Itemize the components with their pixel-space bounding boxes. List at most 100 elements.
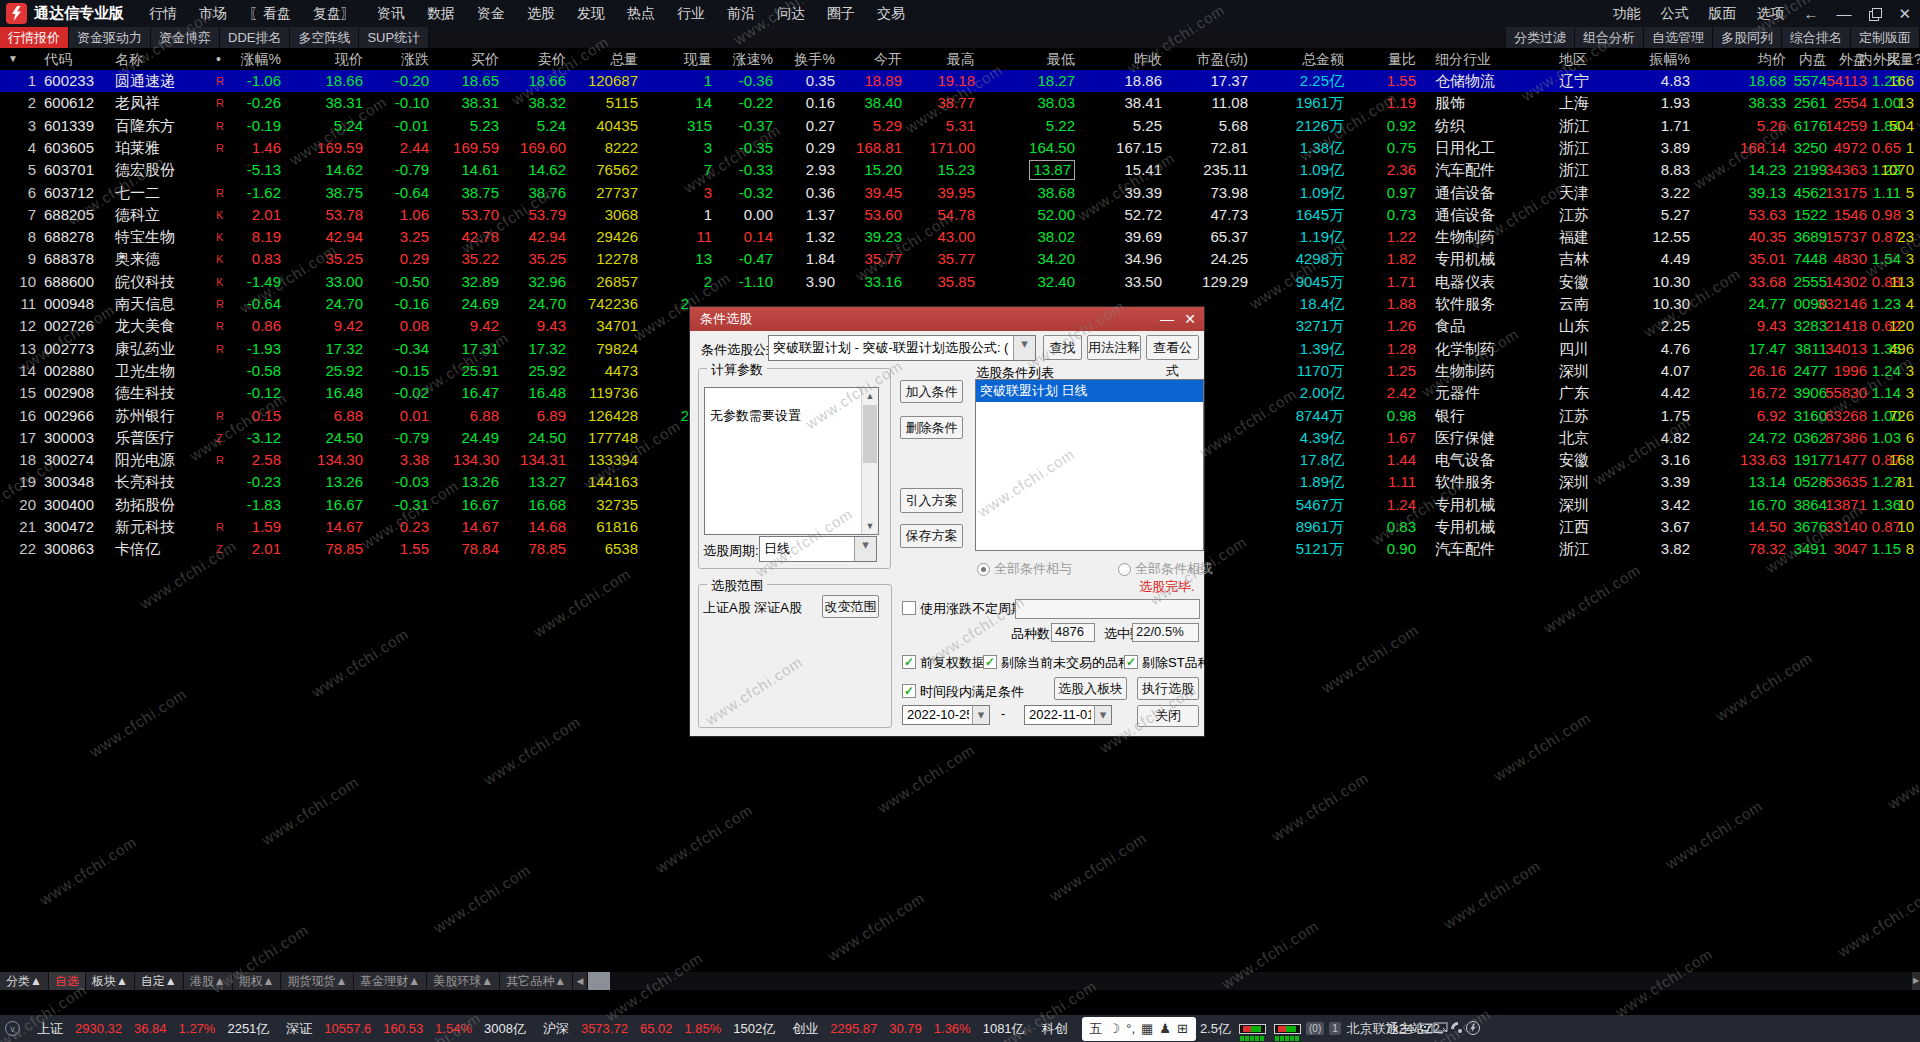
menu-item-14[interactable]: 交易 bbox=[866, 5, 916, 21]
cell-code-row-8[interactable]: 688278 bbox=[44, 226, 94, 248]
cell-name-row-3[interactable]: 百隆东方 bbox=[115, 115, 175, 137]
satellite-icon[interactable] bbox=[1449, 1020, 1465, 1036]
right-menu-item-0[interactable]: 功能 bbox=[1602, 5, 1650, 21]
cell-code-row-4[interactable]: 603605 bbox=[44, 137, 94, 159]
import-plan-button[interactable]: 引入方案 bbox=[900, 488, 963, 513]
menu-item-11[interactable]: 前沿 bbox=[716, 5, 766, 21]
toolbar-资金驱动力[interactable]: 资金驱动力 bbox=[69, 27, 151, 48]
restore-icon[interactable] bbox=[1869, 8, 1880, 19]
condition-list-selected-item[interactable]: 突破联盟计划 日线 bbox=[976, 380, 1203, 402]
cell-name-row-21[interactable]: 新元科技 bbox=[115, 516, 175, 538]
index-name-2[interactable]: 沪深 bbox=[543, 1020, 569, 1038]
column-header-reg[interactable]: 地区 bbox=[1559, 48, 1587, 70]
cell-name-row-7[interactable]: 德科立 bbox=[115, 204, 160, 226]
cell-code-row-6[interactable]: 603712 bbox=[44, 182, 94, 204]
sogou-item[interactable]: ▦ bbox=[1141, 1021, 1153, 1036]
cell-name-row-12[interactable]: 龙大美食 bbox=[115, 315, 175, 337]
cell-name-row-13[interactable]: 康弘药业 bbox=[115, 338, 175, 360]
usage-note-button[interactable]: 用法注释 bbox=[1087, 335, 1141, 360]
cell-code-row-1[interactable]: 600233 bbox=[44, 70, 94, 92]
dialog-close-button[interactable]: 关闭 bbox=[1137, 705, 1199, 727]
cell-code-row-15[interactable]: 002908 bbox=[44, 382, 94, 404]
column-header-pv[interactable]: 昨收 bbox=[1134, 48, 1162, 70]
toolbar-定制版面[interactable]: 定制版面 bbox=[1851, 27, 1920, 48]
column-header-inn[interactable]: 内盘 bbox=[1799, 48, 1827, 70]
sogou-item[interactable]: 五 bbox=[1090, 1020, 1103, 1038]
column-header-ind[interactable]: 细分行业 bbox=[1435, 48, 1491, 70]
toolbar-DDE排名[interactable]: DDE排名 bbox=[220, 27, 290, 48]
checkbox-forward-adjusted[interactable]: ✓ bbox=[902, 655, 916, 669]
chevron-down-icon[interactable]: ▾ bbox=[854, 537, 876, 561]
column-header-name[interactable]: 名称 bbox=[115, 48, 143, 70]
cell-name-row-20[interactable]: 劲拓股份 bbox=[115, 494, 175, 516]
checkbox-remove-st[interactable]: ✓ bbox=[1124, 655, 1138, 669]
checkbox-time-range[interactable]: ✓ bbox=[902, 684, 916, 698]
toolbar-行情报价[interactable]: 行情报价 bbox=[0, 27, 69, 48]
cell-name-row-14[interactable]: 卫光生物 bbox=[115, 360, 175, 382]
menu-item-3[interactable]: 复盘〗 bbox=[302, 5, 366, 21]
cell-code-row-18[interactable]: 300274 bbox=[44, 449, 94, 471]
dialog-title-bar[interactable]: 条件选股 bbox=[690, 307, 1204, 331]
tab-期权[interactable]: 期权▲ bbox=[233, 972, 281, 990]
menu-item-10[interactable]: 行业 bbox=[666, 5, 716, 21]
tab-自定[interactable]: 自定▲ bbox=[135, 972, 183, 990]
cell-name-row-6[interactable]: 七一二 bbox=[115, 182, 160, 204]
index-name-3[interactable]: 创业 bbox=[792, 1020, 818, 1038]
column-header-lo[interactable]: 最低 bbox=[1047, 48, 1075, 70]
cell-code-row-14[interactable]: 002880 bbox=[44, 360, 94, 382]
sogou-item[interactable]: ☽ bbox=[1109, 1021, 1121, 1036]
cell-name-row-4[interactable]: 珀莱雅 bbox=[115, 137, 160, 159]
sogou-item[interactable]: ⊞ bbox=[1177, 1021, 1188, 1036]
cell-name-row-1[interactable]: 圆通速递 bbox=[115, 70, 175, 92]
params-scrollbar[interactable]: ▲▼ bbox=[861, 388, 878, 534]
menu-item-1[interactable]: 市场 bbox=[188, 5, 238, 21]
menu-item-12[interactable]: 问达 bbox=[766, 5, 816, 21]
menu-item-2[interactable]: 〖看盘 bbox=[238, 5, 302, 21]
cell-code-row-10[interactable]: 688600 bbox=[44, 271, 94, 293]
menu-item-7[interactable]: 选股 bbox=[516, 5, 566, 21]
checkbox-updown-period[interactable] bbox=[902, 601, 916, 615]
minimize-icon[interactable]: — bbox=[1827, 5, 1860, 22]
pick-to-block-button[interactable]: 选股入板块 bbox=[1054, 677, 1127, 700]
cell-name-row-17[interactable]: 乐普医疗 bbox=[115, 427, 175, 449]
cell-name-row-16[interactable]: 苏州银行 bbox=[115, 405, 175, 427]
sogou-item[interactable]: ♟ bbox=[1159, 1021, 1171, 1036]
toolbar-自选管理[interactable]: 自选管理 bbox=[1644, 27, 1713, 48]
column-header-sell[interactable]: 卖价 bbox=[538, 48, 566, 70]
sogou-input-bar[interactable]: 五☽°,▦♟⊞ bbox=[1082, 1017, 1196, 1041]
cell-name-row-8[interactable]: 特宝生物 bbox=[115, 226, 175, 248]
column-header-ch[interactable]: 涨跌 bbox=[401, 48, 429, 70]
date-from-combobox[interactable]: 2022-10-25 ▾ bbox=[902, 705, 990, 725]
cell-code-row-16[interactable]: 002966 bbox=[44, 405, 94, 427]
period-combobox[interactable]: 日线 ▾ bbox=[759, 536, 877, 562]
chevron-down-icon[interactable]: ▾ bbox=[1013, 336, 1035, 360]
cell-name-row-5[interactable]: 德宏股份 bbox=[115, 159, 175, 181]
column-header-buy[interactable]: 买价 bbox=[471, 48, 499, 70]
column-header-mk[interactable]: • bbox=[216, 48, 221, 70]
power-icon[interactable] bbox=[1465, 1020, 1481, 1036]
keyboard-icon[interactable] bbox=[1417, 1020, 1433, 1036]
tab-期货现货[interactable]: 期货现货▲ bbox=[281, 972, 353, 990]
toolbar-组合分析[interactable]: 组合分析 bbox=[1575, 27, 1644, 48]
save-plan-button[interactable]: 保存方案 bbox=[900, 524, 963, 548]
column-header-op[interactable]: 今开 bbox=[874, 48, 902, 70]
tab-scroll-right-icon[interactable]: ▶ bbox=[1912, 972, 1920, 990]
cell-code-row-3[interactable]: 601339 bbox=[44, 115, 94, 137]
dialog-minimize-icon[interactable]: — bbox=[1160, 307, 1174, 331]
menu-item-0[interactable]: 行情 bbox=[138, 5, 188, 21]
toolbar-SUP统计[interactable]: SUP统计 bbox=[359, 27, 429, 48]
cell-code-row-11[interactable]: 000948 bbox=[44, 293, 94, 315]
monitor-icon[interactable] bbox=[1433, 1020, 1449, 1036]
right-menu-item-2[interactable]: 版面 bbox=[1698, 5, 1746, 21]
column-header-amt[interactable]: 总金额 bbox=[1302, 48, 1344, 70]
menu-item-4[interactable]: 资讯 bbox=[366, 5, 416, 21]
tab-板块[interactable]: 板块▲ bbox=[86, 972, 134, 990]
cell-code-row-22[interactable]: 300863 bbox=[44, 538, 94, 560]
column-header-spd[interactable]: 涨速% bbox=[733, 48, 773, 70]
column-header-avg[interactable]: 均价 bbox=[1758, 48, 1786, 70]
cell-code-row-9[interactable]: 688378 bbox=[44, 248, 94, 270]
cell-code-row-21[interactable]: 300472 bbox=[44, 516, 94, 538]
tab-scroll-track[interactable] bbox=[588, 972, 610, 990]
cell-code-row-13[interactable]: 002773 bbox=[44, 338, 94, 360]
connection-icon[interactable]: ∨ bbox=[5, 1021, 20, 1036]
